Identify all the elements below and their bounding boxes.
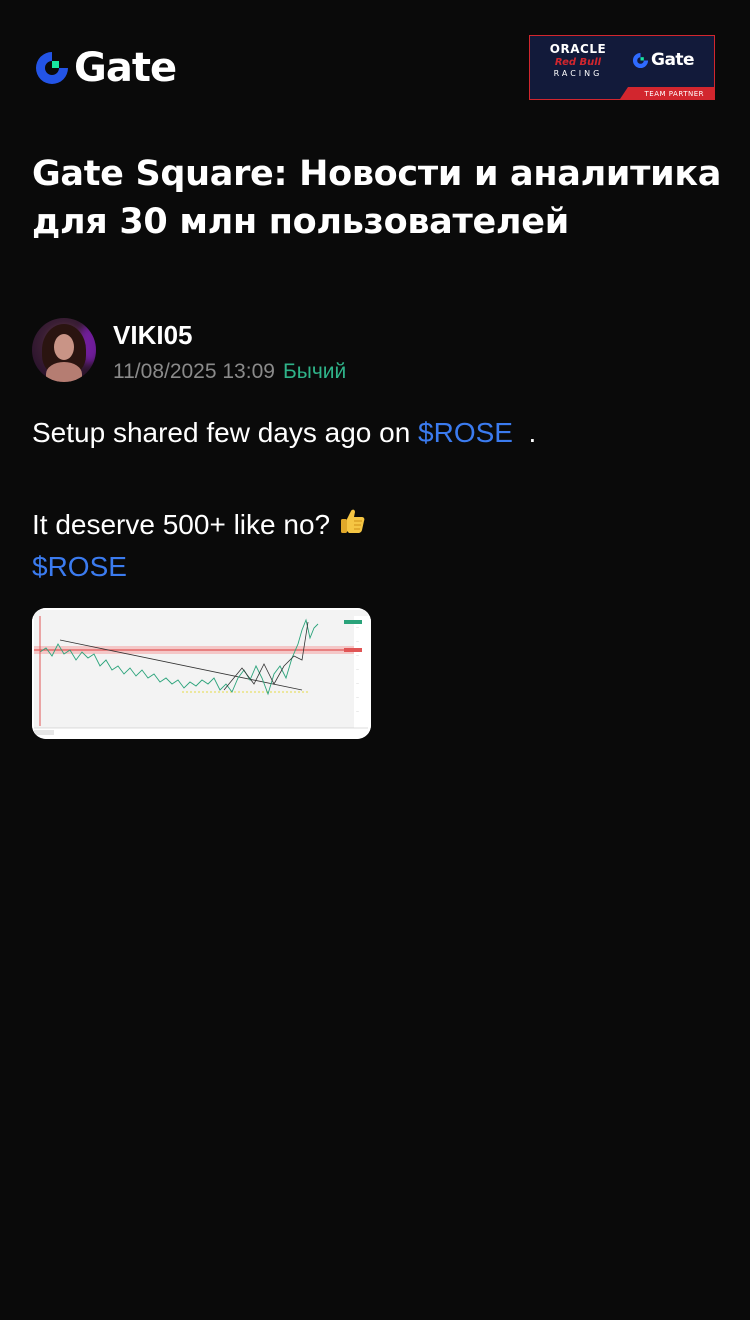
- oracle-label: ORACLE: [549, 42, 607, 56]
- post-line-2: It deserve 500+ like no?: [32, 504, 718, 546]
- post-image-chart[interactable]: — — — — — — —: [32, 608, 371, 739]
- app-header: Gate ORACLE Red Bull RACING Gate TEAM PA…: [0, 0, 750, 130]
- redbull-label: Red Bull: [554, 57, 602, 68]
- sentiment-badge: Бычий: [282, 360, 347, 383]
- redbull-partner-badge[interactable]: ORACLE Red Bull RACING Gate TEAM PARTNER: [529, 35, 715, 100]
- post-body: Setup shared few days ago on $ROSE . It …: [32, 412, 718, 588]
- chart-screenshot: — — — — — — —: [32, 608, 371, 739]
- partner-right: Gate: [632, 50, 695, 70]
- svg-text:—: —: [356, 709, 359, 713]
- gate-logo[interactable]: Gate: [34, 45, 177, 91]
- ticker-link-rose-2[interactable]: $ROSE: [32, 551, 127, 582]
- svg-text:—: —: [356, 625, 359, 629]
- gate-logo-icon: [36, 52, 68, 84]
- thumbs-up-icon: [341, 509, 365, 533]
- avatar[interactable]: [32, 318, 96, 382]
- post-text-1: Setup shared few days ago on: [32, 417, 419, 448]
- post-line-3: $ROSE: [32, 546, 718, 588]
- partner-strip: TEAM PARTNER: [530, 87, 714, 99]
- partner-gate-label: Gate: [651, 50, 695, 70]
- post-line-1: Setup shared few days ago on $ROSE .: [32, 412, 718, 454]
- partner-left: ORACLE Red Bull RACING: [538, 42, 618, 78]
- svg-text:—: —: [356, 681, 359, 685]
- post-timestamp: 11/08/2025 13:09: [113, 360, 275, 383]
- svg-text:—: —: [356, 667, 359, 671]
- post-text-2: It deserve 500+ like no?: [32, 509, 331, 540]
- ticker-link-rose-1[interactable]: $ROSE: [418, 417, 513, 448]
- avatar-face: [54, 334, 74, 360]
- avatar-body: [46, 362, 82, 382]
- gate-logo-text: Gate: [74, 45, 177, 91]
- gate-small-logo-icon: [632, 52, 649, 68]
- post-author: VIKI05 11/08/2025 13:09 Бычий: [32, 318, 718, 388]
- svg-text:—: —: [356, 639, 359, 643]
- post-meta: 11/08/2025 13:09 Бычий: [113, 359, 346, 385]
- team-partner-label: TEAM PARTNER: [644, 90, 704, 98]
- racing-label: RACING: [553, 69, 603, 78]
- page-title: Gate Square: Новости и аналитика для 30 …: [32, 154, 722, 242]
- svg-text:—: —: [356, 695, 359, 699]
- post-text-1-suffix: .: [512, 417, 537, 448]
- svg-text:—: —: [356, 653, 359, 657]
- author-username[interactable]: VIKI05: [113, 320, 193, 350]
